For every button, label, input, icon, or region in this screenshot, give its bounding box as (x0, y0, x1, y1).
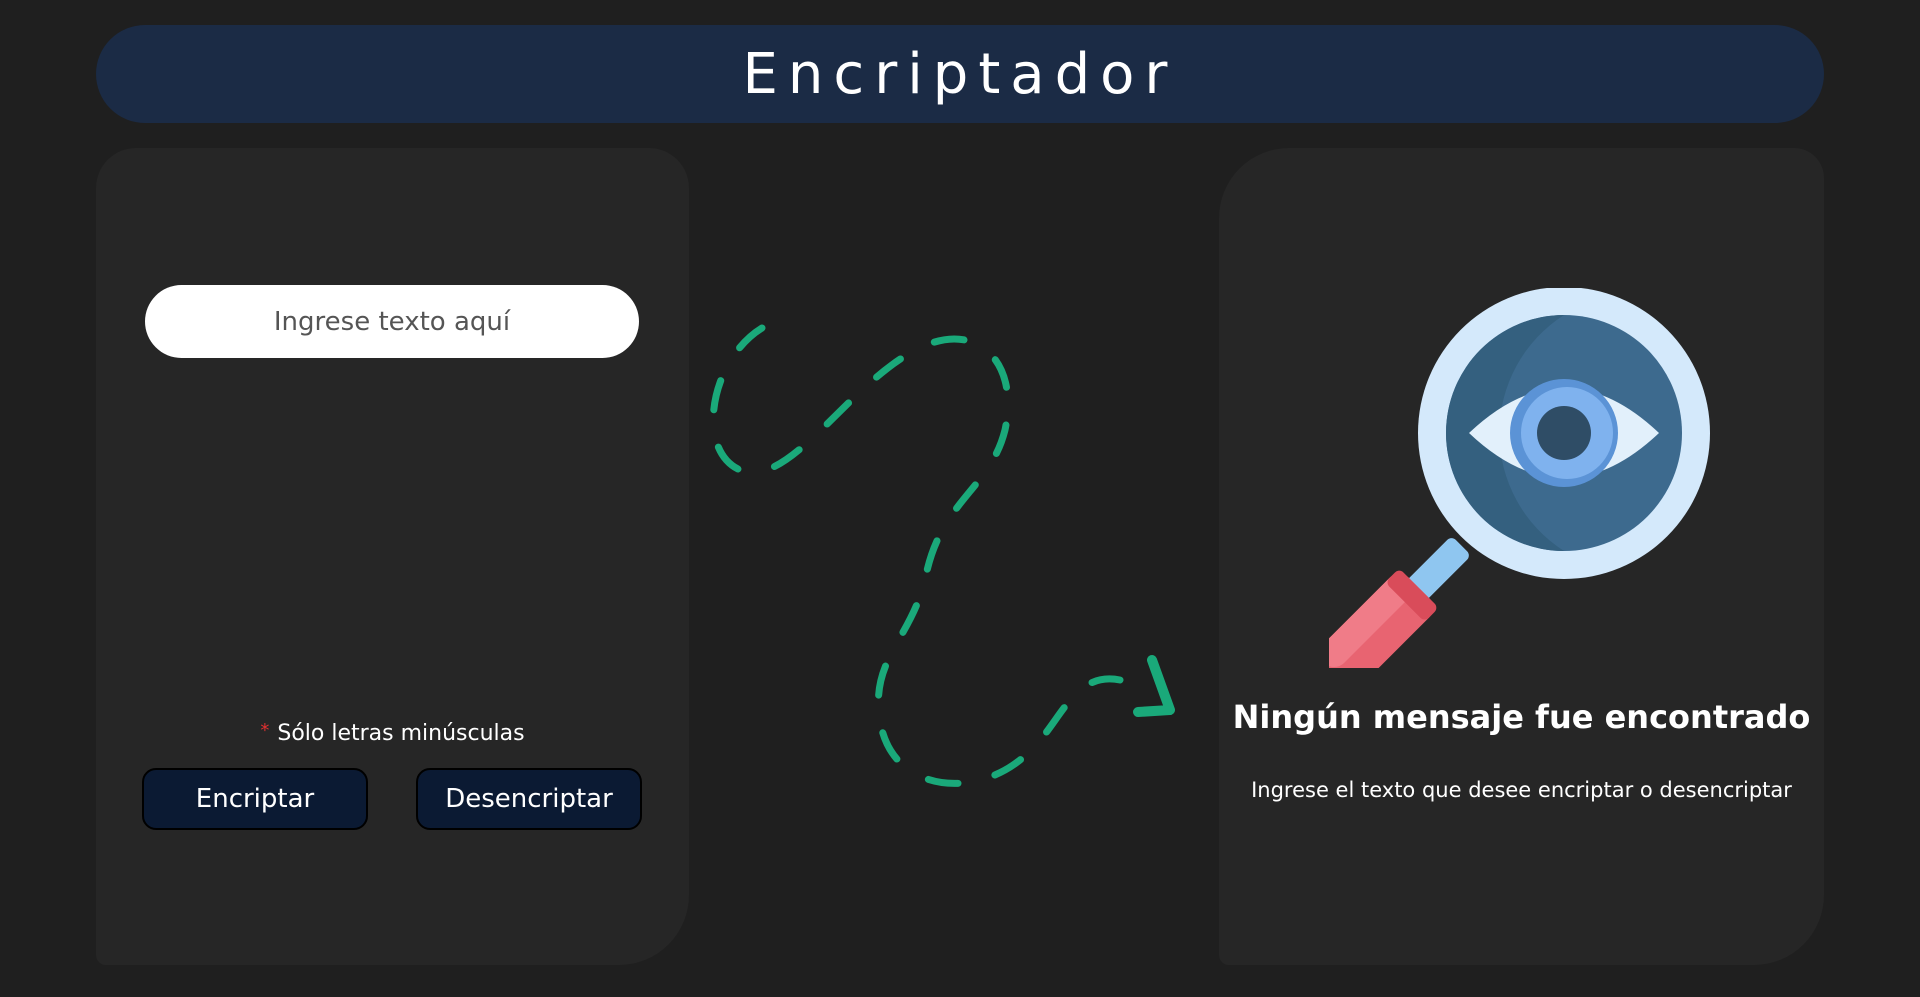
app-header: Encriptador (96, 25, 1824, 123)
dashed-curved-arrow-icon (709, 324, 1175, 787)
empty-message-title: Ningún mensaje fue encontrado (1232, 698, 1811, 736)
lowercase-hint: * Sólo letras minúsculas (96, 720, 689, 746)
text-input[interactable] (145, 285, 639, 358)
empty-message-subtitle: Ingrese el texto que desee encriptar o d… (1251, 778, 1792, 802)
decrypt-button[interactable]: Desencriptar (416, 768, 642, 830)
encrypt-button[interactable]: Encriptar (142, 768, 368, 830)
input-panel: * Sólo letras minúsculas Encriptar Desenc… (96, 148, 689, 965)
hint-marker: * (260, 720, 270, 741)
output-panel: Ningún mensaje fue encontrado Ingrese el… (1219, 148, 1824, 965)
app-title: Encriptador (742, 41, 1178, 107)
hint-text: Sólo letras minúsculas (277, 721, 525, 746)
magnifier-eye-icon (1329, 288, 1710, 668)
